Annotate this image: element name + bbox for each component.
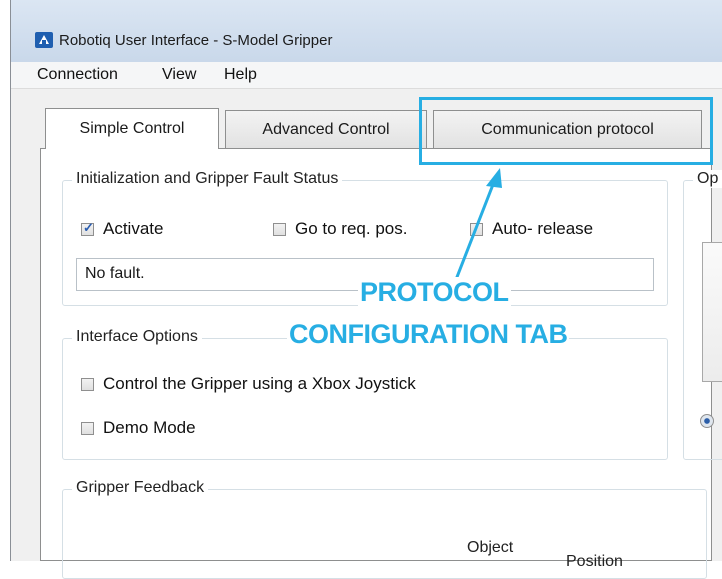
annotation-line-2: CONFIGURATION TAB	[287, 319, 570, 350]
demo-mode-checkbox[interactable]	[81, 421, 94, 435]
activate-checkbox[interactable]	[81, 220, 94, 236]
tab-advanced-control[interactable]: Advanced Control	[225, 110, 427, 148]
gripper-feedback-group-title: Gripper Feedback	[72, 479, 209, 497]
feedback-position-header: Position	[566, 553, 623, 570]
options-panel-box	[702, 242, 722, 382]
options-group-title: Op	[693, 170, 722, 188]
go-to-req-label: Go to req. pos.	[295, 219, 408, 238]
go-to-req-checkbox-row[interactable]: Go to req. pos.	[273, 219, 407, 239]
activate-label: Activate	[103, 219, 164, 238]
xbox-label: Control the Gripper using a Xbox Joystic…	[103, 374, 416, 393]
fault-status-group-title: Initialization and Gripper Fault Status	[72, 170, 343, 188]
title-bar: Robotiq User Interface - S-Model Gripper	[11, 0, 722, 63]
menu-help[interactable]: Help	[224, 66, 257, 84]
demo-mode-checkbox-row[interactable]: Demo Mode	[81, 418, 196, 438]
xbox-checkbox[interactable]	[81, 377, 94, 391]
window-title: Robotiq User Interface - S-Model Gripper	[59, 32, 333, 49]
annotation-line-1: PROTOCOL	[358, 277, 511, 308]
menu-bar: Connection View Help	[11, 62, 722, 89]
menu-view[interactable]: View	[162, 66, 196, 84]
go-to-req-checkbox[interactable]	[273, 222, 286, 236]
annotation-highlight-box	[419, 97, 713, 165]
robotiq-app-icon	[35, 32, 53, 48]
xbox-checkbox-row[interactable]: Control the Gripper using a Xbox Joystic…	[81, 374, 416, 394]
menu-connection[interactable]: Connection	[37, 66, 118, 84]
activate-checkbox-row[interactable]: Activate	[81, 219, 163, 239]
interface-options-group-title: Interface Options	[72, 328, 202, 346]
interface-options-group	[62, 338, 668, 460]
demo-mode-label: Demo Mode	[103, 418, 196, 437]
tab-simple-control[interactable]: Simple Control	[45, 108, 219, 149]
options-radio-button[interactable]	[700, 414, 714, 428]
feedback-object-header: Object	[467, 539, 514, 556]
